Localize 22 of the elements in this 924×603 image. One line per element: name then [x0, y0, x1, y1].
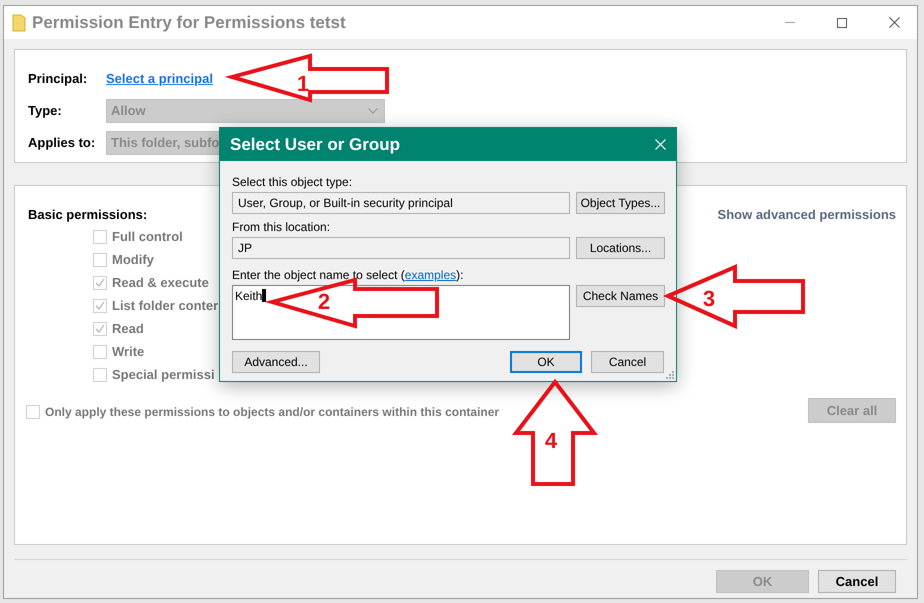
checkbox-label: Only apply these permissions to objects and/or containers within this container [45, 404, 500, 418]
field-label: Applies to: [28, 135, 96, 150]
step-number: 1 [296, 71, 310, 96]
location-field: JP [232, 237, 570, 259]
window-title: Permission Entry for Permissions tetst [32, 12, 347, 32]
checkbox-label: Read & execute [112, 275, 209, 290]
step-number: 3 [702, 286, 716, 311]
section-heading: Basic permissions: [28, 207, 148, 222]
field-label: Select this object type: [232, 175, 354, 189]
object-type-field: User, Group, or Built-in security principal [232, 192, 570, 214]
step-number: 4 [544, 428, 558, 453]
checkbox-label: Read [112, 321, 144, 336]
dialog-title: Select User or Group [230, 134, 400, 154]
field-label: Type: [28, 103, 63, 118]
step-number: 2 [318, 289, 330, 314]
checkbox-label: Full control [112, 229, 183, 244]
checkbox-label: List folder conter [112, 298, 218, 313]
checkbox-label: Modify [112, 252, 154, 267]
checkbox-label: Special permissi [112, 367, 215, 382]
field-label: From this location: [232, 220, 332, 234]
field-label: Principal: [28, 71, 88, 86]
checkbox-label: Write [112, 344, 144, 359]
